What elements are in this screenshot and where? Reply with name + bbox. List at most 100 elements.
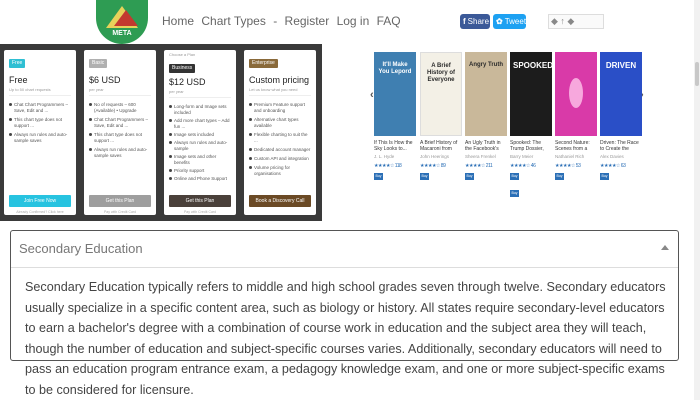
- book-cover[interactable]: It'll Make You Lepord: [374, 52, 416, 136]
- book-author: John Heerings: [420, 154, 450, 159]
- plan-badge: Enterprise: [249, 59, 278, 68]
- plan-feature: Online and Phone Support: [169, 176, 232, 182]
- get-basic-plan-button[interactable]: Get this Plan: [89, 195, 151, 207]
- plan-feature: No of requests – 600 (Available) • Upgra…: [89, 102, 152, 114]
- cover-text: SPOOKED: [513, 61, 552, 70]
- main-nav: Home Chart Types - Register Log in FAQ: [162, 14, 405, 28]
- cover-text: Angry Truth: [469, 62, 503, 68]
- buy-button[interactable]: Buy: [420, 173, 429, 180]
- plan-feature: Premium Feature support and onboarding: [249, 102, 312, 114]
- plan-price: $12 USD: [169, 77, 206, 87]
- book-author: Barry Meier: [510, 154, 534, 159]
- divider: [169, 97, 231, 98]
- page-scrollbar[interactable]: [694, 0, 700, 400]
- plan-feature: Image sets included: [169, 132, 232, 138]
- book-cover[interactable]: [555, 52, 597, 136]
- nav-faq[interactable]: FAQ: [377, 14, 401, 28]
- book-author: Nathaniel Rich: [555, 154, 585, 159]
- accordion-divider: [11, 267, 678, 268]
- book-title[interactable]: An Ugly Truth in the Facebook's Battle f…: [465, 140, 507, 152]
- pricing-panel: Free Free Up to 50 chart requests Chat C…: [0, 44, 322, 221]
- nav-chart-types[interactable]: Chart Types: [201, 14, 265, 28]
- buy-button[interactable]: Buy: [465, 173, 474, 180]
- panel-title: Choose a Plan: [169, 52, 196, 57]
- plan-card-business: Choose a Plan Business $12 USD per year …: [164, 50, 236, 215]
- plan-subtitle: Let us know what you need: [249, 87, 298, 92]
- book-title[interactable]: Driven: The Race to Create the Autonomou…: [600, 140, 642, 152]
- buy-button[interactable]: Buy: [555, 173, 564, 180]
- plan-badge: Business: [169, 64, 196, 73]
- divider: [249, 95, 311, 96]
- plan-card-basic: Basic $6 USD per year No of requests – 6…: [84, 50, 156, 215]
- caret-up-icon[interactable]: [661, 245, 669, 250]
- plan-feature: Always run rules and auto-sample saves: [89, 147, 152, 159]
- nav-home[interactable]: Home: [162, 14, 194, 28]
- book-title[interactable]: If This Is How the Sky Looks to...: [374, 140, 416, 152]
- facebook-icon: f: [463, 17, 466, 26]
- plan-badge: Free: [9, 59, 26, 68]
- plan-footer-link[interactable]: Already Confirmed? Click here: [4, 210, 76, 214]
- accordion-title[interactable]: Secondary Education: [19, 241, 143, 256]
- plan-feature: Dedicated account manager: [249, 147, 312, 153]
- plan-feature: Alternative chart types available: [249, 117, 312, 129]
- book-author: Alex Davies: [600, 154, 624, 159]
- book-title[interactable]: A Brief History of Macaroni from the...: [420, 140, 462, 152]
- plan-card-free: Free Free Up to 50 chart requests Chat C…: [4, 50, 76, 215]
- twitter-tweet-button[interactable]: ✿ Tweet: [493, 14, 526, 29]
- plan-price: $6 USD: [89, 75, 121, 85]
- book-rating: ★★★★☆ 89: [420, 163, 446, 169]
- facebook-share-button[interactable]: f Share: [460, 14, 490, 29]
- nav-log-in[interactable]: Log in: [337, 14, 370, 28]
- book-item[interactable]: SPOOKED Spooked: The Trump Dossier, Blac…: [510, 52, 552, 197]
- site-logo[interactable]: META: [96, 0, 148, 44]
- plan-card-enterprise: Enterprise Custom pricing Let us know wh…: [244, 50, 316, 215]
- plan-price: Custom pricing: [249, 75, 310, 85]
- book-rating: ★★★★☆ 118: [374, 163, 402, 169]
- plan-footer-link[interactable]: Pay with Credit Card: [84, 210, 156, 214]
- plan-footer-link[interactable]: Pay with Credit Card: [164, 210, 236, 214]
- book-rating: ★★★★☆ 46: [510, 163, 536, 169]
- tweet-label: Tweet: [504, 17, 527, 26]
- book-author: J. L. Hyde: [374, 154, 395, 159]
- plan-feature: This chart type does not support ...: [9, 117, 72, 129]
- buy-button[interactable]: Buy: [510, 173, 519, 180]
- book-item[interactable]: Second Nature: Scenes from a World Remad…: [555, 52, 597, 180]
- buy-button[interactable]: Buy: [374, 173, 383, 180]
- plan-feature: This chart type does not support ...: [89, 132, 152, 144]
- plan-features: Chat Chart Programmers – Save, Edit and …: [9, 102, 72, 147]
- plan-feature: Custom API and integration: [249, 156, 312, 162]
- plan-feature: Chat Chart Programmers – Save, Edit and …: [9, 102, 72, 114]
- cover-text: It'll Make You Lepord: [378, 62, 412, 75]
- book-author: Sheera Frenkel: [465, 154, 496, 159]
- book-item[interactable]: It'll Make You Lepord If This Is How the…: [374, 52, 416, 180]
- accordion-body-text: Secondary Education typically refers to …: [25, 280, 666, 397]
- book-item[interactable]: A Brief History of Everyone A Brief Hist…: [420, 52, 462, 180]
- book-title[interactable]: Second Nature: Scenes from a World Remad…: [555, 140, 597, 152]
- join-free-button[interactable]: Join Free Now: [9, 195, 71, 207]
- book-cover[interactable]: Angry Truth: [465, 52, 507, 136]
- book-item[interactable]: Angry Truth An Ugly Truth in the Faceboo…: [465, 52, 507, 180]
- book-item[interactable]: DRIVEN Driven: The Race to Create the Au…: [600, 52, 642, 180]
- book-cover[interactable]: SPOOKED: [510, 52, 552, 136]
- cover-rabbit-icon: [569, 78, 583, 108]
- plan-feature: Always run rules and auto-sample saves: [9, 132, 72, 144]
- book-title[interactable]: Spooked: The Trump Dossier, Black Cube..…: [510, 140, 552, 152]
- divider: [89, 95, 151, 96]
- book-rating: ★★★★☆ 211: [465, 163, 493, 169]
- nav-register[interactable]: Register: [285, 14, 330, 28]
- book-discovery-call-button[interactable]: Book a Discovery Call: [249, 195, 311, 207]
- get-business-plan-button[interactable]: Get this Plan: [169, 195, 231, 207]
- buy-button[interactable]: Buy: [600, 173, 609, 180]
- twitter-bird-icon: ✿: [496, 17, 503, 26]
- facebook-share-label: Share: [467, 17, 490, 26]
- language-select[interactable]: ◆ ↑ ◆: [548, 14, 604, 29]
- plan-price: Free: [9, 75, 28, 85]
- plan-feature: Flexible charting to suit the ...: [249, 132, 312, 144]
- plan-badge: Basic: [89, 59, 108, 68]
- scrollbar-thumb[interactable]: [695, 62, 699, 86]
- book-cover[interactable]: A Brief History of Everyone: [420, 52, 462, 136]
- buy-button[interactable]: Buy: [510, 190, 519, 197]
- book-rating: ★★★★☆ 53: [555, 163, 581, 169]
- nav-separator: -: [273, 14, 278, 28]
- book-cover[interactable]: DRIVEN: [600, 52, 642, 136]
